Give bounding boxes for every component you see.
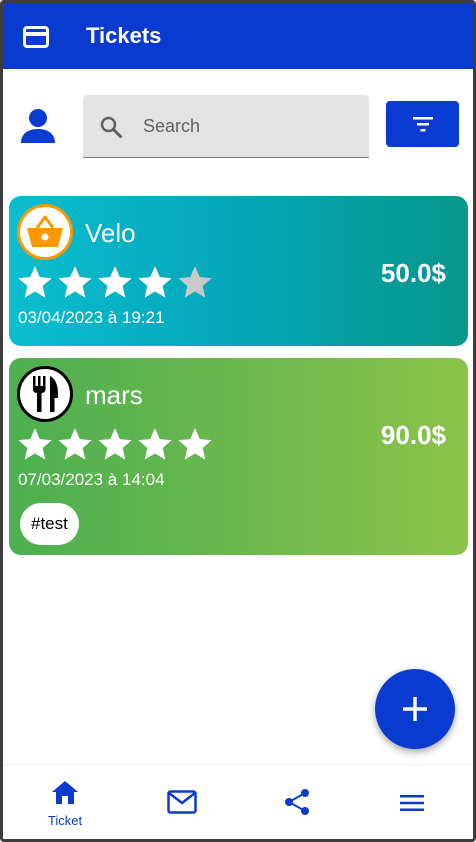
nav-item-ticket[interactable]: Ticket [7, 765, 123, 839]
ticket-date: 07/03/2023 à 14:04 [18, 470, 165, 489]
ticket-card[interactable]: Velo 03/04/2023 à 19:21 50.0$ [9, 196, 468, 346]
ticket-card[interactable]: mars 07/03/2023 à 14:04 90.0$ #test [9, 358, 468, 555]
shopping-basket-icon [27, 215, 63, 247]
star-icon[interactable] [55, 262, 95, 302]
star-icon[interactable] [55, 424, 95, 464]
star-icon[interactable] [95, 424, 135, 464]
star-icon[interactable] [95, 262, 135, 302]
share-icon [285, 789, 309, 815]
ticket-name: mars [85, 380, 143, 410]
nav-item-mail[interactable] [123, 765, 239, 839]
home-icon [52, 781, 78, 804]
restaurant-icon [33, 376, 58, 412]
nav-item-menu[interactable] [355, 765, 471, 839]
star-icon[interactable] [15, 262, 55, 302]
rating-stars [15, 262, 215, 302]
filter-button[interactable] [386, 101, 459, 147]
app-frame: Tickets Search Velo 03/04/2023 à 19:21 5… [0, 0, 476, 842]
nav-item-label: Ticket [47, 813, 83, 828]
menu-icon [400, 795, 424, 811]
tag-chip[interactable]: #test [20, 503, 79, 545]
mail-icon [167, 790, 197, 814]
add-ticket-button[interactable] [375, 669, 455, 749]
ticket-price: 50.0$ [380, 258, 446, 288]
star-icon[interactable] [15, 424, 55, 464]
ticket-name: Velo [85, 218, 136, 248]
filter-icon [413, 117, 433, 132]
search-placeholder: Search [143, 116, 201, 136]
person-icon[interactable] [19, 107, 57, 145]
ticket-date: 03/04/2023 à 19:21 [18, 308, 165, 327]
star-empty-icon[interactable] [175, 262, 215, 302]
search-input[interactable]: Search [83, 95, 369, 158]
search-row: Search [3, 91, 473, 159]
star-icon[interactable] [175, 424, 215, 464]
star-icon[interactable] [135, 424, 175, 464]
category-avatar [17, 204, 73, 260]
star-icon[interactable] [135, 262, 175, 302]
rating-stars [15, 424, 215, 464]
plus-icon [403, 697, 427, 721]
category-avatar [17, 366, 73, 422]
bottom-navigation: Ticket [3, 764, 473, 839]
ticket-price: 90.0$ [380, 420, 446, 450]
search-icon [100, 116, 122, 138]
nav-item-share[interactable] [239, 765, 355, 839]
credit-card-icon[interactable] [23, 26, 49, 48]
app-bar: Tickets [3, 3, 473, 69]
page-title: Tickets [86, 23, 162, 48]
